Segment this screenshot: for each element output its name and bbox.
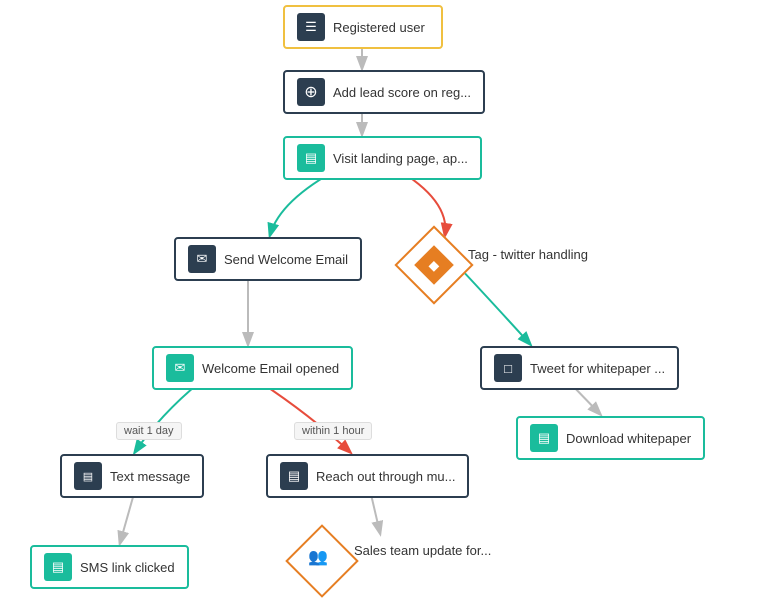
download-icon: ▤	[530, 424, 558, 452]
welcome-opened-node[interactable]: ✉ Welcome Email opened	[152, 346, 353, 390]
tweet-whitepaper-label: Tweet for whitepaper ...	[530, 361, 665, 376]
send-welcome-node[interactable]: ✉ Send Welcome Email	[174, 237, 362, 281]
tweet-whitepaper-node[interactable]: □ Tweet for whitepaper ...	[480, 346, 679, 390]
sms-click-icon: ▤	[44, 553, 72, 581]
within-1-hour-label: within 1 hour	[294, 422, 372, 440]
send-welcome-label: Send Welcome Email	[224, 252, 348, 267]
wait-1-day-label: wait 1 day	[116, 422, 182, 440]
tag-icon: ◆	[429, 257, 440, 274]
page-icon: ▤	[297, 144, 325, 172]
reach-out-node[interactable]: ▤ Reach out through mu...	[266, 454, 469, 498]
list-icon: ☰	[297, 13, 325, 41]
sms-clicked-node[interactable]: ▤ SMS link clicked	[30, 545, 189, 589]
sms-icon: ▤	[74, 462, 102, 490]
text-message-label: Text message	[110, 469, 190, 484]
visit-landing-label: Visit landing page, ap...	[333, 151, 468, 166]
tweet-icon: □	[494, 354, 522, 382]
text-message-node[interactable]: ▤ Text message	[60, 454, 204, 498]
welcome-opened-label: Welcome Email opened	[202, 361, 339, 376]
download-whitepaper-label: Download whitepaper	[566, 431, 691, 446]
people-icon: 👥	[308, 547, 328, 567]
registered-user-node[interactable]: ☰ Registered user	[283, 5, 443, 49]
visit-landing-node[interactable]: ▤ Visit landing page, ap...	[283, 136, 482, 180]
multichannel-icon: ▤	[280, 462, 308, 490]
workflow-canvas: ☰ Registered user ⊕ Add lead score on re…	[0, 0, 757, 603]
email-open-icon: ✉	[166, 354, 194, 382]
add-lead-score-node[interactable]: ⊕ Add lead score on reg...	[283, 70, 485, 114]
tag-twitter-label: Tag - twitter handling	[468, 247, 588, 262]
sales-team-label: Sales team update for...	[354, 543, 491, 558]
reach-out-label: Reach out through mu...	[316, 469, 455, 484]
plus-circle-icon: ⊕	[297, 78, 325, 106]
add-lead-score-label: Add lead score on reg...	[333, 85, 471, 100]
registered-user-label: Registered user	[333, 20, 425, 35]
email-icon: ✉	[188, 245, 216, 273]
sms-clicked-label: SMS link clicked	[80, 560, 175, 575]
download-whitepaper-node[interactable]: ▤ Download whitepaper	[516, 416, 705, 460]
